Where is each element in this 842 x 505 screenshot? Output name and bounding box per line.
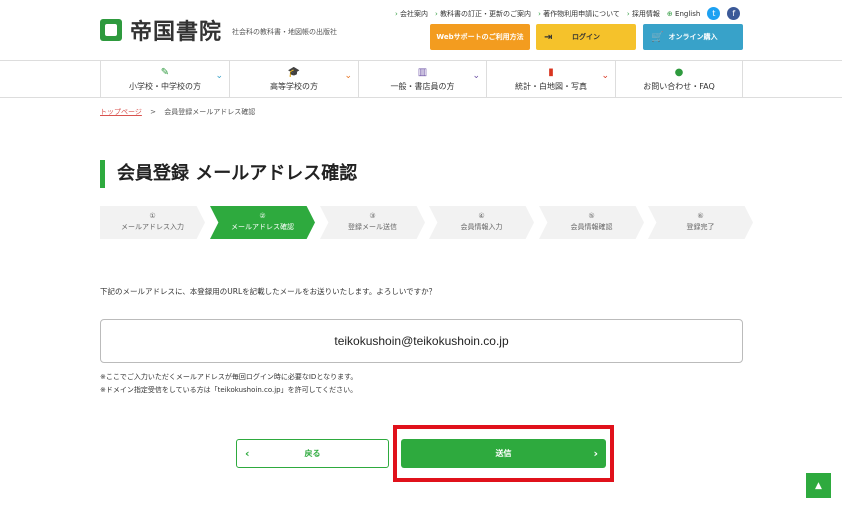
send-button[interactable]: 送信 › <box>401 439 606 468</box>
book-icon: ▥ <box>417 67 428 78</box>
nav-label: 統計・白地図・写真 <box>515 82 587 91</box>
nav-label: 小学校・中学校の方 <box>129 82 201 91</box>
web-support-label: Webサポートのご利用方法 <box>436 33 524 41</box>
top-links: 会社案内 教科書の訂正・更新のご案内 著作物利用申請について 採用情報 Engl… <box>395 7 741 20</box>
toplink-copyright[interactable]: 著作物利用申請について <box>538 9 620 19</box>
step-label: 会員情報確認 <box>570 223 613 231</box>
stats-icon: ▮ <box>548 67 554 78</box>
web-support-button[interactable]: Webサポートのご利用方法 <box>430 24 530 50</box>
logo-mark-icon <box>100 19 122 41</box>
note-id: ※ここでご入力いただくメールアドレスが毎回ログイン時に必要なIDとなります。 <box>100 373 358 381</box>
step-label: 会員情報入力 <box>460 223 503 231</box>
logo-subtitle: 社会科の教科書・地図帳の出版社 <box>232 28 338 36</box>
back-button[interactable]: ‹ 戻る <box>236 439 389 468</box>
step-6: ⑥ 登録完了 <box>648 206 753 239</box>
nav-item-statistics[interactable]: ▮ 統計・白地図・写真 ⌄ <box>486 61 615 98</box>
step-number: ⑤ <box>588 212 595 220</box>
toplink-company[interactable]: 会社案内 <box>395 9 428 19</box>
online-purchase-label: オンライン購入 <box>668 33 718 41</box>
breadcrumb-home[interactable]: トップページ <box>100 108 142 116</box>
step-5: ⑤ 会員情報確認 <box>539 206 644 239</box>
step-label: 登録完了 <box>686 223 715 231</box>
logo-text: 帝国書院 <box>130 19 223 45</box>
nav-item-elementary-junior[interactable]: ✎ 小学校・中学校の方 ⌄ <box>100 61 229 98</box>
nav-item-contact[interactable]: ● お問い合わせ・FAQ <box>615 61 743 98</box>
step-number: ② <box>259 212 266 220</box>
email-display: teikokushoin@teikokushoin.co.jp <box>100 319 743 363</box>
scroll-to-top-button[interactable]: ▲ <box>806 473 831 498</box>
step-2: ② メールアドレス確認 <box>210 206 315 239</box>
send-label: 送信 <box>495 449 512 458</box>
step-1: ① メールアドレス入力 <box>100 206 205 239</box>
login-label: ログイン <box>572 33 600 41</box>
breadcrumb: トップページ > 会員登録メールアドレス確認 <box>100 107 255 117</box>
nav-label: お問い合わせ・FAQ <box>643 82 715 91</box>
step-number: ⑥ <box>697 212 704 220</box>
nav-label: 高等学校の方 <box>270 82 318 91</box>
graduation-cap-icon: 🎓 <box>287 67 301 78</box>
confirmation-description: 下記のメールアドレスに、本登録用のURLを記載したメールをお送りいたします。よろ… <box>100 287 437 296</box>
step-3: ③ 登録メール送信 <box>320 206 425 239</box>
step-number: ③ <box>369 212 376 220</box>
chevron-down-icon: ⌄ <box>601 71 609 81</box>
nav-item-general[interactable]: ▥ 一般・書店員の方 ⌄ <box>358 61 486 98</box>
step-4: ④ 会員情報入力 <box>429 206 534 239</box>
step-label: メールアドレス確認 <box>231 223 294 231</box>
step-label: 登録メール送信 <box>348 223 397 231</box>
facebook-icon[interactable]: f <box>727 7 741 20</box>
breadcrumb-current: 会員登録メールアドレス確認 <box>164 108 256 116</box>
nav-item-highschool[interactable]: 🎓 高等学校の方 ⌄ <box>229 61 358 98</box>
breadcrumb-separator: > <box>150 108 156 116</box>
chevron-left-icon: ‹ <box>245 447 250 460</box>
main-nav: ✎ 小学校・中学校の方 ⌄ 🎓 高等学校の方 ⌄ ▥ 一般・書店員の方 ⌄ ▮ … <box>0 60 842 98</box>
step-number: ① <box>149 212 156 220</box>
speech-bubble-icon: ● <box>674 67 684 78</box>
toplink-recruit[interactable]: 採用情報 <box>627 9 660 19</box>
note-domain: ※ドメイン指定受信をしている方は「teikokushoin.co.jp」を許可し… <box>100 386 358 394</box>
online-purchase-button[interactable]: 🛒 オンライン購入 <box>643 24 743 50</box>
page-title: 会員登録 メールアドレス確認 <box>100 160 357 188</box>
step-number: ④ <box>478 212 485 220</box>
nav-label: 一般・書店員の方 <box>390 82 455 91</box>
toplink-corrections[interactable]: 教科書の訂正・更新のご案内 <box>435 9 531 19</box>
login-button[interactable]: ⇥ ログイン <box>536 24 636 50</box>
logo[interactable]: 帝国書院 社会科の教科書・地図帳の出版社 <box>100 14 337 46</box>
chevron-down-icon: ⌄ <box>215 71 223 81</box>
cart-icon: 🛒 <box>651 31 664 43</box>
chevron-down-icon: ⌄ <box>344 71 352 81</box>
login-icon: ⇥ <box>544 31 553 43</box>
twitter-icon[interactable]: t <box>707 7 721 20</box>
toplink-english[interactable]: English <box>667 10 700 18</box>
chevron-down-icon: ⌄ <box>472 71 480 81</box>
chevron-right-icon: › <box>593 447 598 460</box>
step-label: メールアドレス入力 <box>121 223 184 231</box>
back-label: 戻る <box>304 449 321 458</box>
pencil-icon: ✎ <box>160 67 170 78</box>
